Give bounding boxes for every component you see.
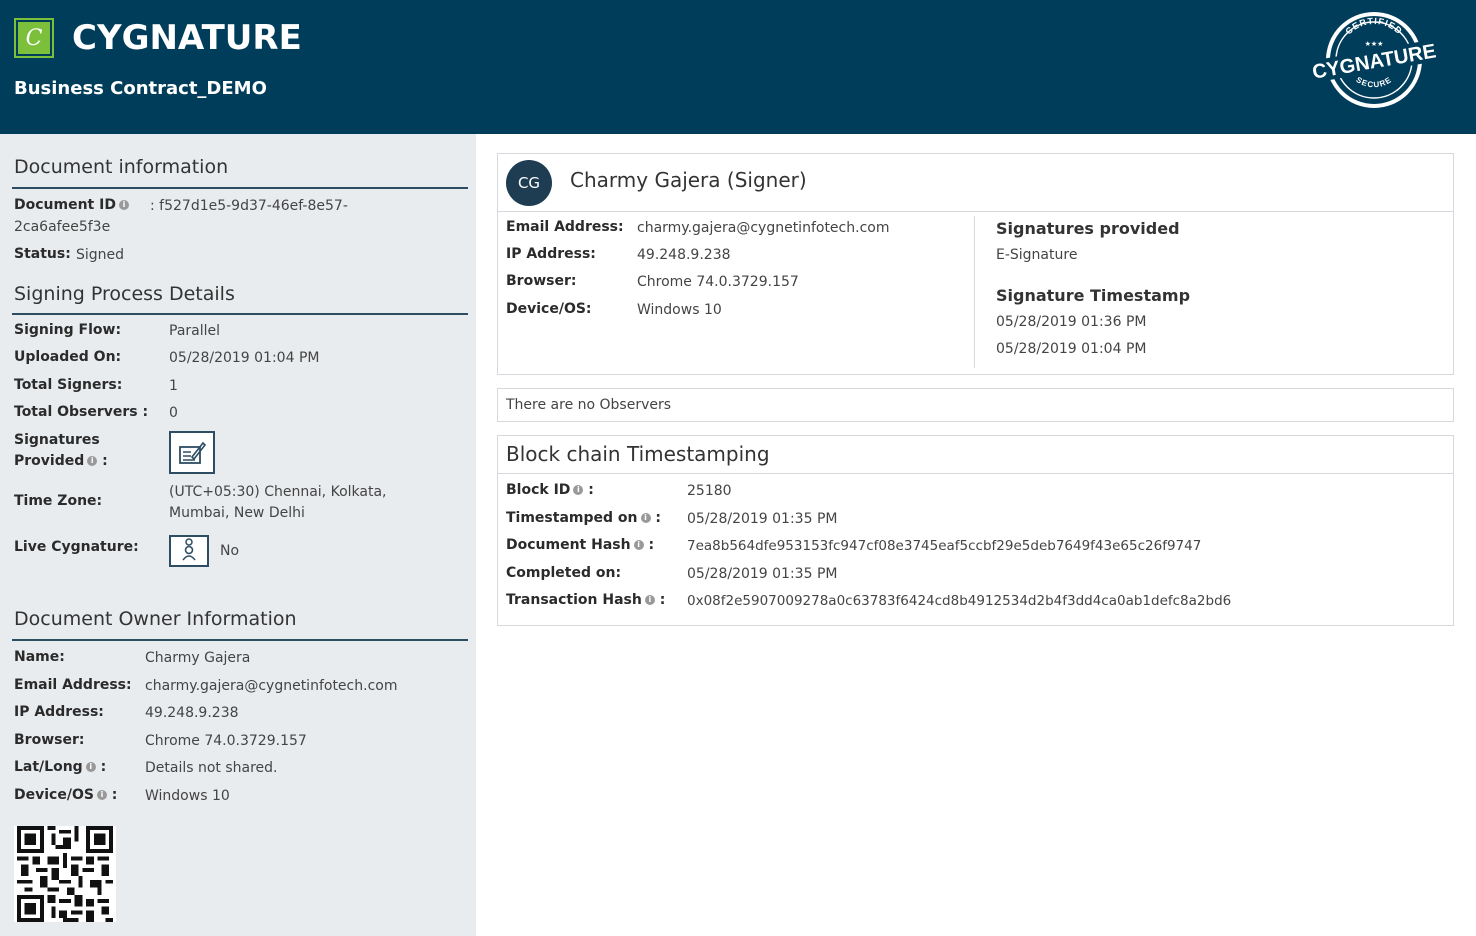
transaction-hash-value: 0x08f2e5907009278a0c63783f6424cd8b491253… bbox=[687, 593, 1232, 609]
total-observers-label: Total Observers : bbox=[14, 404, 149, 420]
info-icon[interactable]: i bbox=[87, 456, 98, 466]
owner-device-value: Windows 10 bbox=[145, 788, 230, 804]
signer-browser-value: Chrome 74.0.3729.157 bbox=[637, 274, 799, 290]
owner-ip-label: IP Address: bbox=[14, 704, 104, 720]
section-divider bbox=[12, 187, 468, 189]
total-signers-label: Total Signers: bbox=[14, 377, 123, 393]
owner-browser-label: Browser: bbox=[14, 732, 85, 748]
column-divider bbox=[974, 216, 975, 368]
signer-device-value: Windows 10 bbox=[637, 302, 722, 318]
seal-stars: ★★★ bbox=[1365, 40, 1384, 48]
info-icon[interactable]: i bbox=[96, 790, 107, 800]
signatures-provided-label-1: Signatures bbox=[14, 432, 100, 448]
info-icon[interactable]: i bbox=[633, 540, 644, 550]
signer-email-value: charmy.gajera@cygnetinfotech.com bbox=[637, 220, 890, 236]
observers-card: There are no Observers bbox=[497, 388, 1454, 422]
live-id-card-icon bbox=[169, 535, 209, 567]
signer-email-label: Email Address: bbox=[506, 219, 624, 235]
svg-text:SECURE: SECURE bbox=[1355, 75, 1394, 89]
block-id-value: 25180 bbox=[687, 483, 732, 499]
cygnature-logo-icon: C bbox=[14, 18, 54, 58]
info-icon[interactable]: i bbox=[85, 762, 96, 772]
time-zone-label: Time Zone: bbox=[14, 493, 103, 509]
signer-name: Charmy Gajera (Signer) bbox=[570, 168, 807, 192]
owner-email-value: charmy.gajera@cygnetinfotech.com bbox=[145, 678, 398, 694]
owner-name-value: Charmy Gajera bbox=[145, 650, 251, 666]
document-id-value-line1: : f527d1e5-9d37-46ef-8e57- bbox=[150, 198, 348, 214]
live-cygnature-label: Live Cygnature: bbox=[14, 539, 139, 555]
owner-device-label: Device/OS i : bbox=[14, 787, 118, 803]
signing-flow-value: Parallel bbox=[169, 323, 221, 339]
total-observers-value: 0 bbox=[169, 405, 178, 421]
uploaded-on-label: Uploaded On: bbox=[14, 349, 122, 365]
document-id-label: Document ID i bbox=[14, 197, 129, 213]
signature-timestamp-title: Signature Timestamp bbox=[996, 286, 1191, 305]
status-value: Signed bbox=[76, 247, 125, 263]
total-signers-value: 1 bbox=[169, 378, 178, 394]
block-id-label: Block ID i : bbox=[506, 482, 594, 498]
time-zone-value-line2: Mumbai, New Delhi bbox=[169, 505, 305, 521]
live-cygnature-value: No bbox=[220, 543, 240, 559]
signer-ip-label: IP Address: bbox=[506, 246, 596, 262]
transaction-hash-label: Transaction Hash i : bbox=[506, 592, 666, 608]
owner-name-label: Name: bbox=[14, 649, 65, 665]
completed-on-label: Completed on: bbox=[506, 565, 622, 581]
signing-process-title: Signing Process Details bbox=[14, 283, 235, 305]
signer-card: CG Charmy Gajera (Signer) Email Address:… bbox=[497, 153, 1454, 375]
timestamped-on-value: 05/28/2019 01:35 PM bbox=[687, 511, 838, 527]
section-divider bbox=[12, 639, 468, 641]
blockchain-title: Block chain Timestamping bbox=[506, 442, 770, 466]
signature-timestamp-2: 05/28/2019 01:04 PM bbox=[996, 341, 1147, 357]
owner-latlong-value: Details not shared. bbox=[145, 760, 278, 776]
seal-bottom-text: SECURE bbox=[1355, 75, 1393, 89]
timestamped-on-label: Timestamped on i : bbox=[506, 510, 661, 526]
blockchain-card-header: Block chain Timestamping bbox=[498, 436, 1453, 474]
section-divider bbox=[12, 313, 468, 315]
app-header: C CYGNATURE Business Contract_DEMO CERTI… bbox=[0, 0, 1476, 134]
left-panel bbox=[0, 134, 476, 936]
qr-code-icon bbox=[14, 826, 116, 922]
blockchain-card: Block chain Timestamping Block ID i : 251… bbox=[497, 435, 1454, 626]
signer-ip-value: 49.248.9.238 bbox=[637, 247, 731, 263]
document-hash-value: 7ea8b564dfe953153fc947cf08e3745eaf5ccbf2… bbox=[687, 538, 1202, 554]
owner-browser-value: Chrome 74.0.3729.157 bbox=[145, 733, 307, 749]
signatures-provided-label-2: Provided i : bbox=[14, 453, 108, 469]
info-icon[interactable]: i bbox=[573, 485, 584, 495]
time-zone-value-line1: (UTC+05:30) Chennai, Kolkata, bbox=[169, 484, 387, 500]
document-id-value-line2: 2ca6afee5f3e bbox=[14, 219, 111, 235]
owner-latlong-label: Lat/Long i : bbox=[14, 759, 107, 775]
avatar: CG bbox=[506, 160, 552, 206]
uploaded-on-value: 05/28/2019 01:04 PM bbox=[169, 350, 320, 366]
info-icon[interactable]: i bbox=[118, 200, 129, 210]
signing-flow-label: Signing Flow: bbox=[14, 322, 122, 338]
owner-email-label: Email Address: bbox=[14, 677, 132, 693]
document-hash-label: Document Hash i : bbox=[506, 537, 655, 553]
certified-seal-icon: CERTIFIED CYGNATURE ★★★ SECURE bbox=[1312, 12, 1436, 108]
signer-card-header: CG Charmy Gajera (Signer) bbox=[498, 154, 1453, 212]
e-signature-icon bbox=[169, 431, 215, 474]
no-observers-text: There are no Observers bbox=[506, 397, 672, 413]
owner-ip-value: 49.248.9.238 bbox=[145, 705, 239, 721]
brand-name: CYGNATURE bbox=[72, 18, 302, 58]
document-information-title: Document information bbox=[14, 156, 229, 178]
info-icon[interactable]: i bbox=[640, 513, 651, 523]
completed-on-value: 05/28/2019 01:35 PM bbox=[687, 566, 838, 582]
logo-letter: C bbox=[18, 22, 50, 54]
info-icon[interactable]: i bbox=[644, 595, 655, 605]
signer-device-label: Device/OS: bbox=[506, 301, 592, 317]
status-label: Status: bbox=[14, 246, 71, 262]
signature-timestamp-1: 05/28/2019 01:36 PM bbox=[996, 314, 1147, 330]
owner-information-title: Document Owner Information bbox=[14, 608, 297, 630]
signatures-provided-value: E-Signature bbox=[996, 247, 1078, 263]
document-name: Business Contract_DEMO bbox=[14, 78, 267, 99]
signer-browser-label: Browser: bbox=[506, 273, 577, 289]
signatures-provided-title: Signatures provided bbox=[996, 219, 1180, 238]
